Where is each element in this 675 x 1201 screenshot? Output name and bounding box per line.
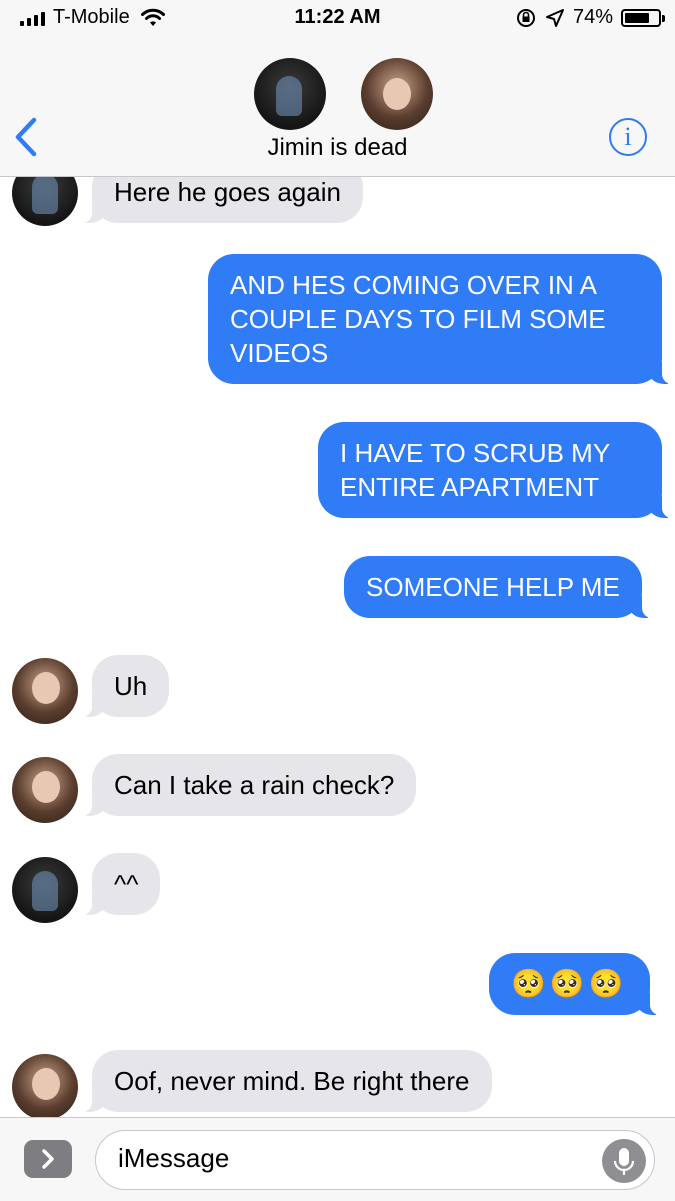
message-input-placeholder: iMessage bbox=[118, 1143, 230, 1173]
rotation-lock-icon bbox=[516, 8, 535, 27]
dictation-button[interactable] bbox=[602, 1139, 646, 1183]
chevron-right-icon bbox=[42, 1149, 54, 1169]
incoming-message: Here he goes again bbox=[82, 177, 363, 223]
compose-bar: iMessage bbox=[0, 1117, 675, 1201]
app-drawer-button[interactable] bbox=[24, 1140, 72, 1178]
microphone-icon bbox=[613, 1148, 635, 1175]
sender-avatar bbox=[12, 177, 78, 226]
incoming-message: ^^ bbox=[81, 853, 161, 915]
conversation-header: Jimin is dead i bbox=[0, 38, 675, 177]
info-button[interactable]: i bbox=[609, 118, 647, 156]
incoming-message: Uh bbox=[81, 655, 170, 717]
status-bar: T-Mobile 11:22 AM 74% bbox=[0, 0, 675, 38]
location-arrow-icon bbox=[545, 8, 564, 27]
battery-percentage: 74% bbox=[572, 6, 613, 28]
sender-avatar bbox=[12, 658, 78, 724]
group-avatar-1[interactable] bbox=[254, 58, 326, 130]
outgoing-message: SOMEONE HELP ME bbox=[344, 556, 652, 618]
group-avatar-2[interactable] bbox=[361, 58, 433, 130]
outgoing-message: 🥺🥺🥺 bbox=[489, 953, 660, 1015]
message-list[interactable]: Here he goes again AND HES COMING OVER I… bbox=[0, 177, 675, 1117]
conversation-title[interactable]: Jimin is dead bbox=[0, 134, 675, 162]
message-input[interactable]: iMessage bbox=[95, 1130, 655, 1190]
incoming-message: Can I take a rain check? bbox=[81, 754, 417, 816]
sender-avatar bbox=[12, 1054, 78, 1117]
outgoing-message: I HAVE TO SCRUB MY ENTIRE APARTMENT bbox=[318, 422, 672, 518]
status-bar-right: 74% bbox=[515, 6, 665, 29]
incoming-message: Oof, never mind. Be right there bbox=[82, 1050, 492, 1112]
outgoing-message: AND HES COMING OVER IN A COUPLE DAYS TO … bbox=[208, 254, 672, 384]
sender-avatar bbox=[12, 857, 78, 923]
battery-icon bbox=[621, 8, 665, 27]
battery-fill bbox=[625, 12, 649, 23]
sender-avatar bbox=[12, 757, 78, 823]
